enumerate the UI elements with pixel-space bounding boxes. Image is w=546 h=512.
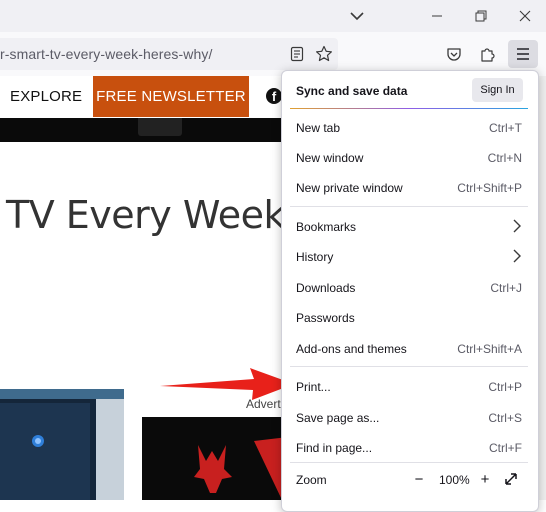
menu-item-shortcut: Ctrl+P <box>488 380 522 394</box>
menu-item-bookmarks[interactable]: Bookmarks <box>282 212 536 242</box>
menu-item-passwords[interactable]: Passwords <box>282 303 536 333</box>
menu-item-find-in-page[interactable]: Find in page... Ctrl+F <box>282 433 536 463</box>
article-image <box>0 389 124 500</box>
minus-icon: − <box>414 470 424 488</box>
advertisement-image[interactable] <box>142 417 288 500</box>
free-newsletter-label: FREE NEWSLETTER <box>96 88 246 105</box>
menu-item-label: Downloads <box>296 281 356 295</box>
menu-item-label: New window <box>296 151 364 165</box>
close-icon <box>519 10 531 22</box>
menu-item-shortcut: Ctrl+Shift+A <box>457 342 522 356</box>
puzzle-icon <box>481 48 495 62</box>
menu-item-new-window[interactable]: New window Ctrl+N <box>282 143 536 173</box>
star-icon <box>316 45 332 62</box>
menu-item-shortcut: Ctrl+N <box>487 151 522 165</box>
chevron-down-icon <box>350 12 364 21</box>
zoom-level[interactable]: 100% <box>439 473 470 487</box>
menu-item-new-tab[interactable]: New tab Ctrl+T <box>282 113 536 143</box>
address-bar[interactable]: r-smart-tv-every-week-heres-why/ <box>0 38 338 70</box>
menu-item-print[interactable]: Print... Ctrl+P <box>282 372 536 402</box>
sign-in-label: Sign In <box>480 84 515 96</box>
banner-tab <box>138 118 182 136</box>
menu-item-shortcut: Ctrl+Shift+P <box>457 181 522 195</box>
sync-label[interactable]: Sync and save data <box>296 84 407 98</box>
menu-item-label: Passwords <box>296 311 355 325</box>
sign-in-button[interactable]: Sign In <box>472 78 523 102</box>
restore-icon <box>475 10 487 22</box>
zoom-out-button[interactable]: − <box>408 468 430 490</box>
menu-separator <box>290 462 528 463</box>
app-menu-button[interactable] <box>508 40 538 68</box>
explore-link[interactable]: EXPLORE <box>10 88 82 105</box>
reader-view-button[interactable] <box>283 40 311 68</box>
chevron-right-icon <box>513 249 521 263</box>
menu-item-label: Add-ons and themes <box>296 342 407 356</box>
sync-divider <box>290 108 528 109</box>
menu-item-new-private-window[interactable]: New private window Ctrl+Shift+P <box>282 173 536 203</box>
minimize-button[interactable] <box>414 0 460 32</box>
zoom-label: Zoom <box>296 473 327 487</box>
fullscreen-icon <box>505 473 517 485</box>
menu-item-downloads[interactable]: Downloads Ctrl+J <box>282 273 536 303</box>
plus-icon: + <box>480 470 490 488</box>
menu-item-label: Bookmarks <box>296 220 357 234</box>
menu-item-history[interactable]: History <box>282 242 536 272</box>
pocket-icon <box>447 48 461 61</box>
extensions-button[interactable] <box>474 40 502 68</box>
menu-item-label: New private window <box>296 181 403 195</box>
page-scrollbar[interactable] <box>539 76 546 500</box>
minimize-icon <box>432 15 442 17</box>
hamburger-icon <box>517 48 529 60</box>
menu-item-shortcut: Ctrl+F <box>489 441 522 455</box>
fullscreen-button[interactable] <box>500 468 522 490</box>
zoom-in-button[interactable]: + <box>474 468 496 490</box>
bookmark-star-button[interactable] <box>310 40 338 68</box>
pocket-button[interactable] <box>440 40 468 68</box>
menu-separator <box>290 206 528 207</box>
facebook-icon[interactable]: f <box>266 88 282 104</box>
menu-item-shortcut: Ctrl+T <box>489 121 522 135</box>
article-headline: TV Every Week: <box>6 193 298 237</box>
reader-view-icon <box>290 46 304 62</box>
close-button[interactable] <box>502 0 546 32</box>
menu-item-label: Save page as... <box>296 411 380 425</box>
menu-item-shortcut: Ctrl+J <box>490 281 522 295</box>
menu-item-label: Find in page... <box>296 441 373 455</box>
menu-item-label: New tab <box>296 121 341 135</box>
url-text[interactable]: r-smart-tv-every-week-heres-why/ <box>0 46 212 62</box>
restore-button[interactable] <box>458 0 504 32</box>
menu-item-save-page-as[interactable]: Save page as... Ctrl+S <box>282 403 536 433</box>
menu-item-label: History <box>296 250 334 264</box>
free-newsletter-button[interactable]: FREE NEWSLETTER <box>93 76 249 117</box>
menu-item-add-ons-and-themes[interactable]: Add-ons and themes Ctrl+Shift+A <box>282 334 536 364</box>
chevron-right-icon <box>513 219 521 233</box>
red-arrow-annotation <box>160 368 294 400</box>
title-bar <box>0 0 546 32</box>
menu-item-shortcut: Ctrl+S <box>488 411 522 425</box>
list-all-tabs-button[interactable] <box>334 0 380 32</box>
menu-item-label: Print... <box>296 380 331 394</box>
menu-separator <box>290 366 528 367</box>
